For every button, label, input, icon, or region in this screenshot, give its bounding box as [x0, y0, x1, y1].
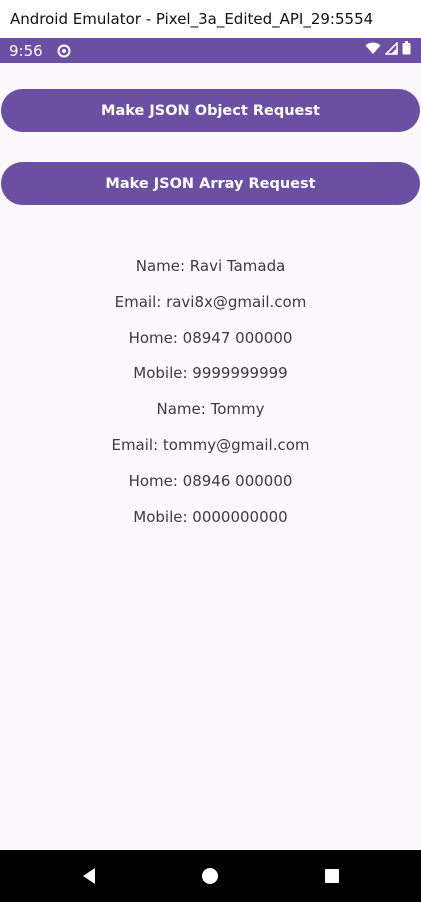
response-results: Name: Ravi Tamada Email: ravi8x@gmail.co…	[0, 249, 421, 535]
wifi-icon	[365, 42, 381, 60]
signal-icon	[384, 40, 398, 60]
result-name-1: Name: Ravi Tamada	[135, 257, 286, 275]
emulator-window: Android Emulator - Pixel_3a_Edited_API_2…	[0, 0, 421, 902]
navigation-bar	[0, 850, 421, 902]
result-home-1: Home: 08947 000000	[128, 328, 293, 347]
status-bar: 9:56	[0, 38, 421, 63]
result-mobile-2: Mobile: 0000000000	[133, 507, 288, 526]
result-name-2: Name: Tommy	[156, 400, 265, 419]
recents-icon[interactable]	[320, 864, 344, 888]
back-icon[interactable]	[77, 864, 101, 888]
home-icon[interactable]	[198, 864, 222, 888]
result-email-2: Email: tommy@gmail.com	[111, 435, 310, 454]
window-title: Android Emulator - Pixel_3a_Edited_API_2…	[10, 10, 374, 28]
make-json-array-request-button[interactable]: Make JSON Array Request	[1, 162, 420, 205]
window-title-bar: Android Emulator - Pixel_3a_Edited_API_2…	[0, 0, 421, 38]
app-content: Make JSON Object Request Make JSON Array…	[0, 63, 421, 850]
result-email-1: Email: ravi8x@gmail.com	[114, 292, 307, 311]
make-json-object-request-button[interactable]: Make JSON Object Request	[1, 89, 420, 132]
sync-icon	[57, 44, 71, 58]
result-home-2: Home: 08946 000000	[128, 471, 293, 490]
status-time: 9:56	[9, 41, 43, 60]
result-mobile-1: Mobile: 9999999999	[133, 364, 288, 383]
battery-icon	[402, 41, 411, 60]
status-icons	[365, 40, 411, 60]
